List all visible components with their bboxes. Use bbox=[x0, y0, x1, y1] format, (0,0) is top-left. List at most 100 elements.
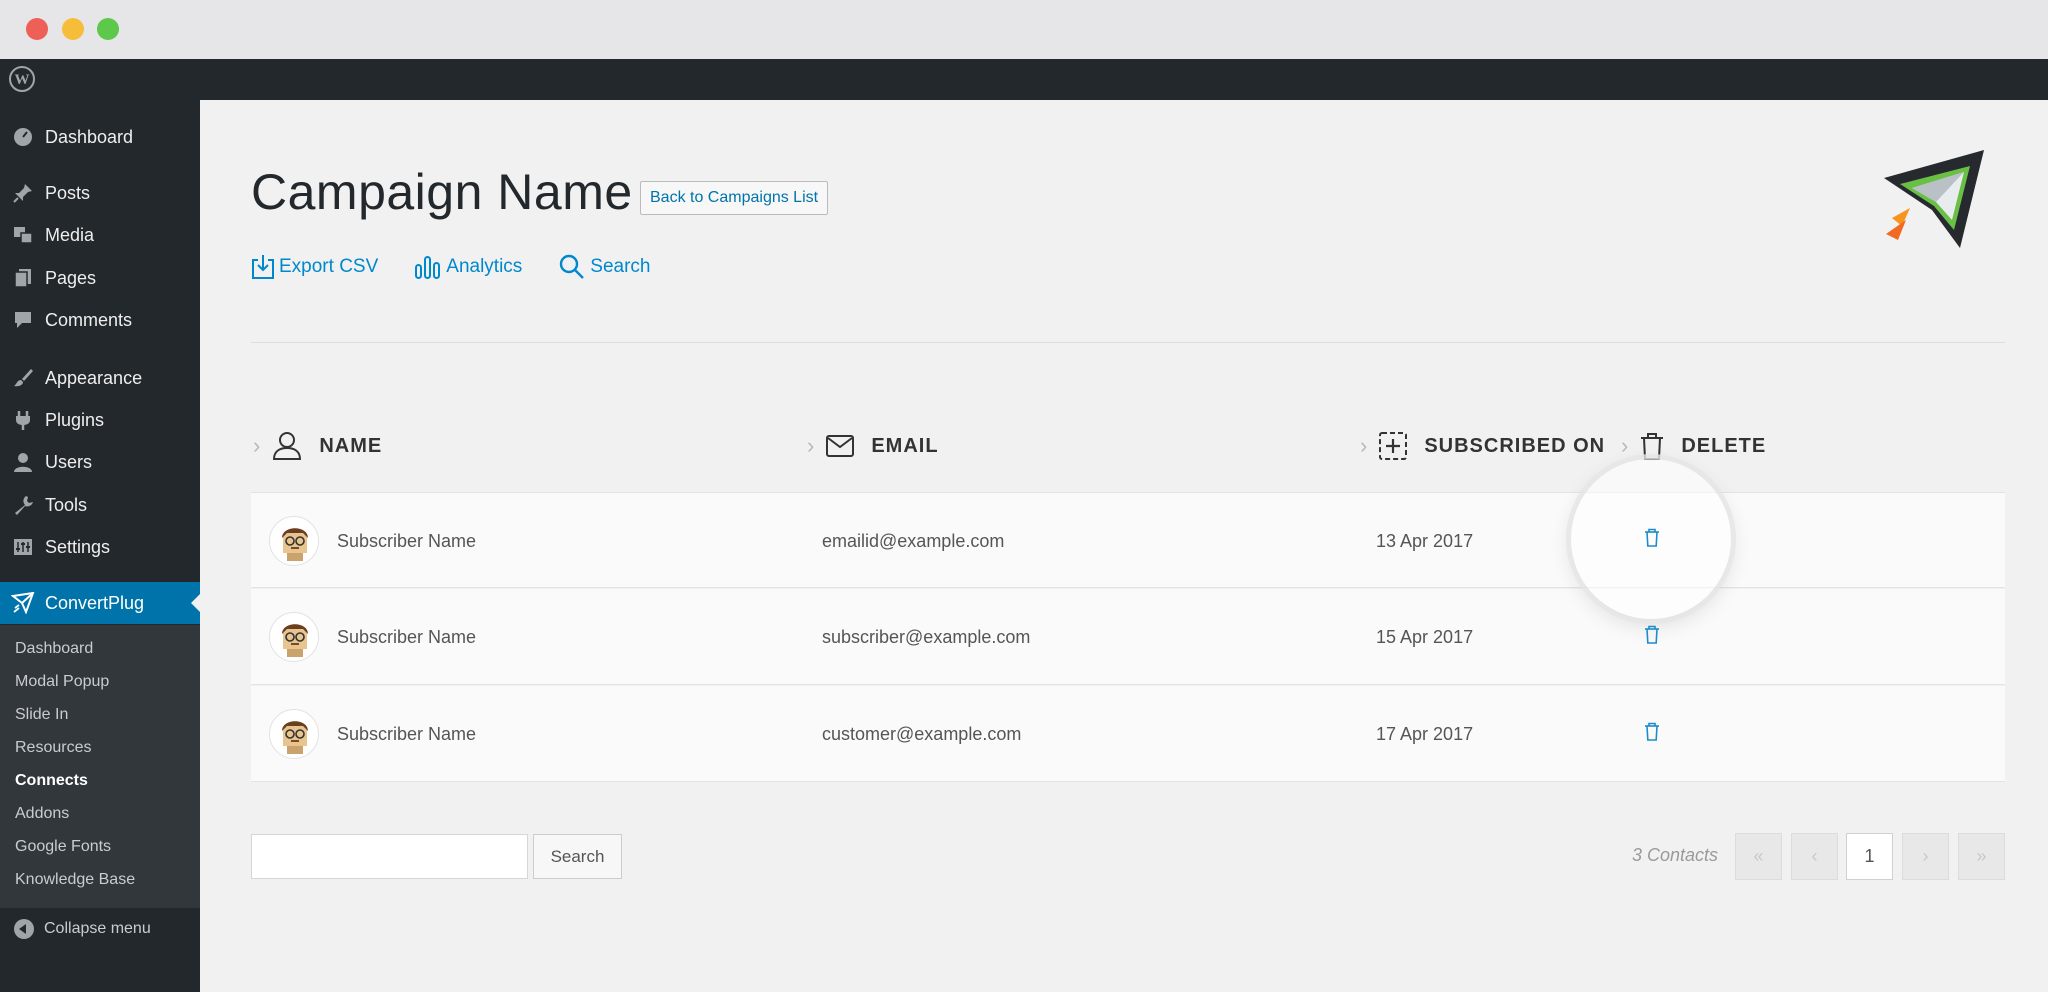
media-icon bbox=[10, 222, 36, 248]
envelope-icon bbox=[825, 434, 855, 458]
export-csv-label: Export CSV bbox=[279, 256, 379, 277]
sidebar-item-users[interactable]: Users bbox=[0, 441, 200, 483]
delete-row-1-trash-icon[interactable] bbox=[1644, 528, 1660, 548]
avatar bbox=[269, 516, 319, 566]
last-page-button[interactable]: » bbox=[1958, 833, 2005, 880]
close-window-button[interactable] bbox=[26, 18, 48, 40]
next-page-button[interactable]: › bbox=[1902, 833, 1949, 880]
wordpress-logo-icon[interactable]: W bbox=[8, 65, 36, 93]
wrench-icon bbox=[10, 492, 36, 518]
sidebar-item-label: Posts bbox=[45, 182, 91, 203]
sidebar-item-label: Users bbox=[45, 451, 93, 472]
admin-sidebar: Dashboard Posts Media Pages Comments App… bbox=[0, 100, 200, 992]
sidebar-item-pages[interactable]: Pages bbox=[0, 257, 200, 299]
previous-page-button[interactable]: ‹ bbox=[1791, 833, 1838, 880]
submenu-item-slide-in[interactable]: Slide In bbox=[15, 706, 68, 724]
convertplug-icon bbox=[10, 590, 36, 616]
subscribed-date: 17 Apr 2017 bbox=[1376, 723, 1474, 744]
column-label: EMAIL bbox=[871, 434, 939, 457]
back-to-campaigns-button[interactable]: Back to Campaigns List bbox=[640, 181, 829, 215]
submenu-item-modal-popup[interactable]: Modal Popup bbox=[15, 673, 109, 691]
analytics-button[interactable]: Analytics bbox=[414, 255, 522, 279]
table-row: Subscriber Name emailid@example.com 13 A… bbox=[251, 492, 2005, 588]
sidebar-item-label: Dashboard bbox=[45, 126, 134, 147]
search-link-button[interactable]: Search bbox=[558, 253, 651, 281]
column-label: NAME bbox=[319, 434, 383, 457]
table-row: Subscriber Name customer@example.com 17 … bbox=[251, 686, 2005, 782]
analytics-label: Analytics bbox=[446, 256, 523, 277]
action-bar: Export CSV Analytics Search bbox=[251, 253, 687, 281]
sidebar-item-dashboard[interactable]: Dashboard bbox=[0, 116, 200, 158]
sidebar-item-label: Comments bbox=[45, 309, 133, 330]
settings-icon bbox=[10, 534, 36, 560]
chevron-right-icon: › bbox=[1360, 433, 1369, 458]
export-icon bbox=[252, 255, 274, 279]
column-header-subscribed-on[interactable]: › SUBSCRIBED ON bbox=[1360, 418, 1605, 474]
sidebar-item-label: Pages bbox=[45, 267, 97, 288]
export-csv-button[interactable]: Export CSV bbox=[251, 254, 378, 280]
subscriber-email: subscriber@example.com bbox=[822, 626, 1031, 647]
sidebar-item-label: Settings bbox=[45, 536, 111, 557]
subscriber-email: customer@example.com bbox=[822, 723, 1022, 744]
chevron-right-icon: › bbox=[253, 433, 262, 458]
avatar bbox=[269, 709, 319, 759]
sidebar-item-label: Tools bbox=[45, 494, 88, 515]
section-divider bbox=[251, 342, 2005, 343]
contacts-count: 3 Contacts bbox=[1632, 845, 1719, 865]
convertplug-logo bbox=[1884, 150, 1984, 248]
pages-icon bbox=[10, 265, 36, 291]
admin-bar: W bbox=[0, 59, 2048, 100]
sidebar-item-settings[interactable]: Settings bbox=[0, 526, 200, 568]
page-title: Campaign Name bbox=[251, 164, 633, 220]
subscriber-name: Subscriber Name bbox=[337, 723, 477, 744]
chevron-right-icon: › bbox=[807, 433, 816, 458]
table-row: Subscriber Name subscriber@example.com 1… bbox=[251, 589, 2005, 685]
calendar-plus-icon bbox=[1378, 431, 1408, 461]
user-outline-icon bbox=[271, 431, 303, 461]
trash-outline-icon bbox=[1639, 431, 1665, 461]
sidebar-item-plugins[interactable]: Plugins bbox=[0, 399, 200, 441]
chevron-right-icon: › bbox=[1621, 433, 1630, 458]
svg-text:W: W bbox=[15, 72, 30, 88]
maximize-window-button[interactable] bbox=[97, 18, 119, 40]
user-icon bbox=[10, 449, 36, 475]
submenu-item-dashboard[interactable]: Dashboard bbox=[15, 640, 93, 658]
table-header: › NAME › EMAIL › SUBSCRIBED ON › DELETE bbox=[251, 418, 2005, 474]
subscribed-date: 13 Apr 2017 bbox=[1376, 530, 1474, 551]
sidebar-item-label: Media bbox=[45, 224, 95, 245]
plug-icon bbox=[10, 407, 36, 433]
first-page-button[interactable]: « bbox=[1735, 833, 1782, 880]
sidebar-item-label: Plugins bbox=[45, 409, 105, 430]
window-titlebar bbox=[0, 0, 2048, 59]
sidebar-item-media[interactable]: Media bbox=[0, 214, 200, 256]
submenu-item-resources[interactable]: Resources bbox=[15, 739, 91, 757]
column-header-name[interactable]: › NAME bbox=[253, 418, 382, 474]
delete-row-3-trash-icon[interactable] bbox=[1644, 722, 1660, 742]
submenu-item-knowledge-base[interactable]: Knowledge Base bbox=[15, 871, 135, 889]
comment-icon bbox=[10, 307, 36, 333]
subscriber-email: emailid@example.com bbox=[822, 530, 1005, 551]
submenu-item-addons[interactable]: Addons bbox=[15, 805, 69, 823]
subscriber-name: Subscriber Name bbox=[337, 626, 477, 647]
column-header-email[interactable]: › EMAIL bbox=[807, 418, 939, 474]
collapse-menu-button[interactable]: Collapse menu bbox=[0, 914, 200, 944]
current-page-button[interactable]: 1 bbox=[1846, 833, 1893, 880]
subscribed-date: 15 Apr 2017 bbox=[1376, 626, 1474, 647]
sidebar-item-label: ConvertPlug bbox=[45, 592, 145, 613]
sidebar-item-label: Appearance bbox=[45, 367, 143, 388]
sidebar-item-appearance[interactable]: Appearance bbox=[0, 357, 200, 399]
avatar bbox=[269, 612, 319, 662]
sidebar-item-posts[interactable]: Posts bbox=[0, 172, 200, 214]
submenu-item-google-fonts[interactable]: Google Fonts bbox=[15, 838, 111, 856]
delete-row-2-trash-icon[interactable] bbox=[1644, 625, 1660, 645]
column-label: DELETE bbox=[1681, 434, 1767, 457]
search-input[interactable] bbox=[251, 834, 528, 879]
submenu-item-connects[interactable]: Connects bbox=[15, 772, 88, 790]
sidebar-item-tools[interactable]: Tools bbox=[0, 484, 200, 526]
search-link-label: Search bbox=[590, 256, 651, 277]
sidebar-item-convertplug[interactable]: ConvertPlug bbox=[0, 582, 200, 624]
sidebar-item-comments[interactable]: Comments bbox=[0, 299, 200, 341]
search-button[interactable]: Search bbox=[533, 834, 622, 879]
minimize-window-button[interactable] bbox=[62, 18, 84, 40]
column-label: SUBSCRIBED ON bbox=[1424, 434, 1606, 457]
